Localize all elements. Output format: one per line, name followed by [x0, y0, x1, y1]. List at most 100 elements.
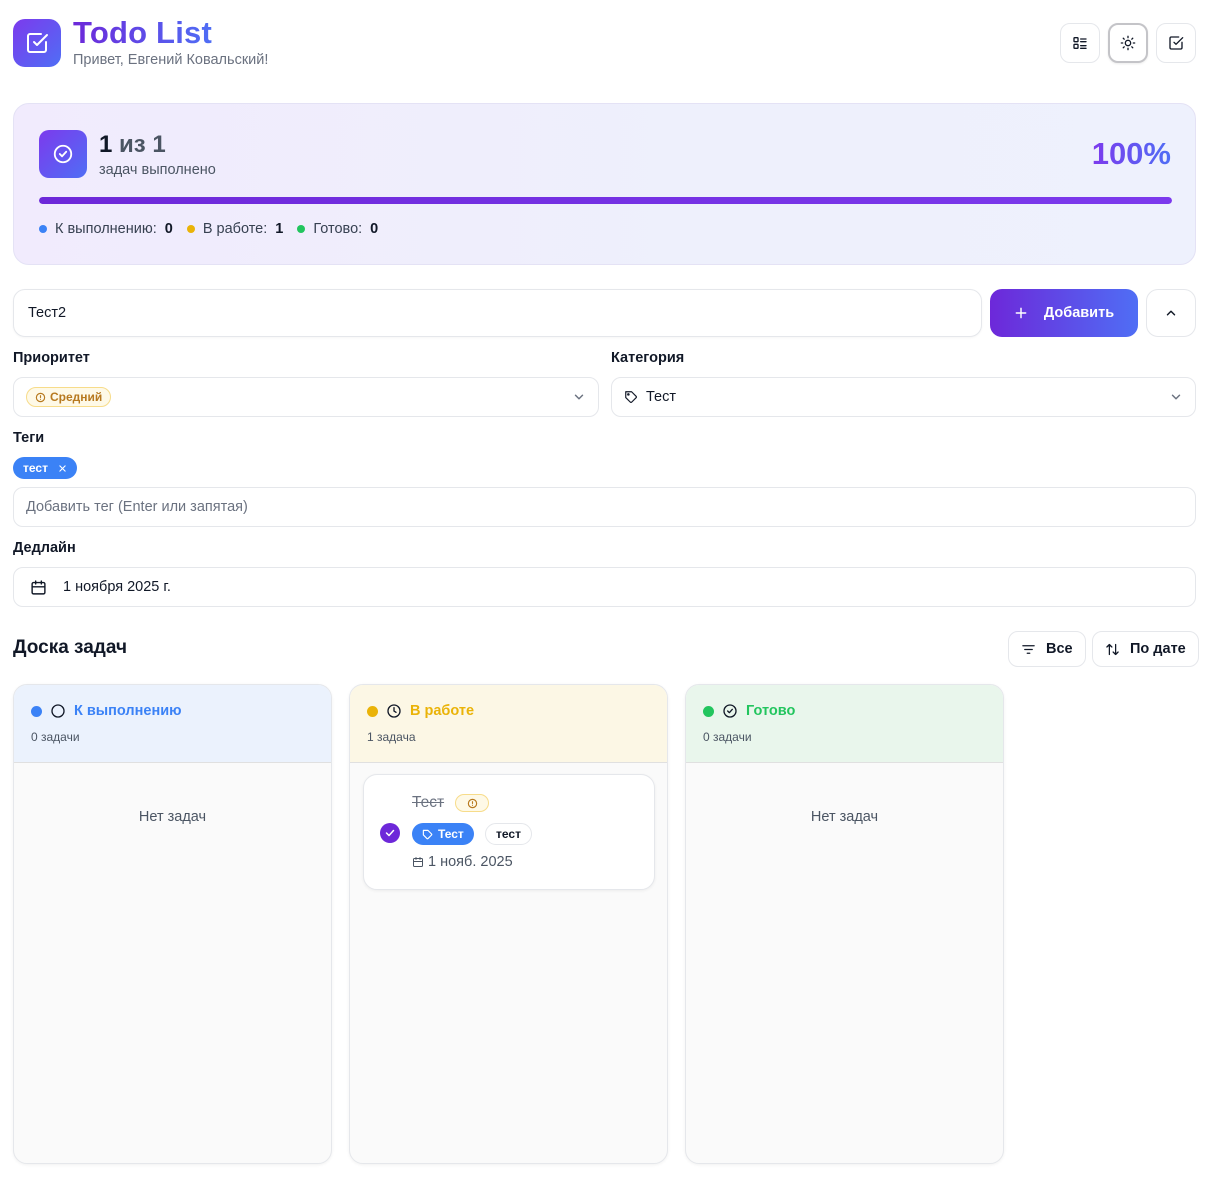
category-label: Категория [611, 350, 685, 366]
priority-badge: Средний [26, 387, 112, 407]
stat-done: Готово: 0 [297, 221, 378, 237]
of-label: из [119, 131, 146, 158]
progress-card: 1 из 1 задач выполнено 100% К выполнению… [13, 103, 1196, 265]
column-header: Готово 0 задачи [686, 685, 1003, 763]
check-square-icon [27, 33, 48, 53]
check-circle-icon [53, 144, 73, 164]
progress-bar [39, 197, 1172, 204]
circle-icon [51, 704, 65, 718]
task-category-badge: Тест [412, 823, 474, 845]
tasks-button[interactable] [1156, 23, 1196, 63]
clock-icon [387, 704, 401, 718]
tag-chip-label: тест [23, 461, 48, 475]
sort-icon [1106, 643, 1119, 655]
calendar-icon [413, 857, 423, 867]
chevron-down-icon [1171, 394, 1181, 400]
task-date: 1 нояб. 2025 [412, 854, 513, 870]
progress-icon-box [39, 130, 87, 178]
column-count: 1 задача [367, 730, 416, 744]
chevron-down-icon [574, 394, 584, 400]
tags-label: Теги [13, 430, 45, 446]
column-dot [31, 705, 42, 717]
stat-dot-in-progress [186, 225, 195, 233]
close-icon[interactable] [58, 464, 67, 473]
progress-subtitle: задач выполнено [99, 162, 216, 178]
stat-value: 0 [164, 221, 173, 237]
column-title: К выполнению [74, 703, 182, 719]
empty-state: Нет задач [810, 809, 879, 825]
theme-toggle-button[interactable] [1108, 23, 1148, 63]
column-count: 0 задачи [31, 730, 80, 744]
column-title: Готово [746, 703, 796, 719]
stat-label: В работе: [202, 221, 268, 237]
column-header: К выполнению 0 задачи [14, 685, 331, 763]
tag-input[interactable] [13, 487, 1196, 527]
check-icon [385, 829, 395, 837]
tag-chip: тест [13, 457, 77, 479]
deadline-value: 1 ноября 2025 г. [63, 579, 171, 595]
column-todo[interactable]: К выполнению 0 задачи Нет задач [13, 684, 332, 1164]
column-dot [703, 705, 714, 717]
chevron-up-icon [1166, 310, 1176, 316]
task-card[interactable]: Тест Тест тест 1 нояб. 2025 [363, 774, 655, 890]
progress-percent: 100% [1091, 136, 1171, 171]
total-count: 1 [152, 131, 166, 158]
check-circle-icon [723, 704, 737, 718]
task-priority-badge [455, 794, 489, 812]
empty-state: Нет задач [138, 809, 207, 825]
stat-dot-todo [39, 225, 47, 233]
stat-value: 1 [275, 221, 284, 237]
progress-count: 1 из 1 [99, 130, 166, 160]
greeting: Привет, Евгений Ковальский! [73, 52, 269, 68]
category-value: Тест [646, 389, 676, 405]
sort-button[interactable]: По дате [1092, 631, 1199, 667]
calendar-icon [31, 579, 46, 595]
task-title-input[interactable] [13, 289, 982, 337]
stat-dot-done [297, 225, 306, 233]
status-stats: К выполнению: 0 В работе: 1 Готово: 0 [39, 221, 378, 237]
column-dot [367, 705, 378, 717]
task-title: Тест [412, 794, 445, 811]
stat-in-progress: В работе: 1 [186, 221, 284, 237]
priority-label: Приоритет [13, 350, 90, 366]
tag-icon [625, 391, 637, 403]
priority-value: Средний [50, 390, 103, 404]
deadline-picker[interactable]: 1 ноября 2025 г. [13, 567, 1196, 607]
column-count: 0 задачи [703, 730, 752, 744]
deadline-label: Дедлайн [13, 540, 76, 556]
stat-value: 0 [370, 221, 379, 237]
app-logo [13, 19, 61, 67]
task-date-value: 1 нояб. 2025 [428, 854, 513, 870]
filter-button[interactable]: Все [1008, 631, 1086, 667]
task-tag: тест [485, 823, 532, 845]
sort-label: По дате [1130, 641, 1186, 657]
category-value-wrap: Тест [624, 389, 676, 405]
filter-label: Все [1046, 641, 1073, 657]
filter-icon [1022, 644, 1035, 654]
task-category: Тест [438, 827, 464, 841]
priority-select[interactable]: Средний [13, 377, 599, 417]
task-complete-checkbox[interactable] [380, 823, 400, 843]
sun-icon [1120, 35, 1136, 51]
column-in-progress[interactable]: В работе 1 задача Тест Тест тест 1 нояб.… [349, 684, 668, 1164]
column-title: В работе [410, 703, 475, 719]
progress-bar-fill [39, 197, 1172, 204]
app-title: Todo List [73, 15, 212, 50]
check-square-icon [1169, 36, 1184, 50]
add-task-label: Добавить [1043, 305, 1115, 321]
done-count: 1 [99, 131, 113, 158]
column-title-row: К выполнению [31, 703, 182, 719]
stat-todo: К выполнению: 0 [39, 221, 173, 237]
plus-icon [1015, 307, 1027, 319]
alert-circle-icon [467, 798, 477, 808]
view-toggle-button[interactable] [1060, 23, 1100, 63]
board-title: Доска задач [13, 637, 127, 658]
alert-circle-icon [35, 392, 46, 402]
column-title-row: В работе [367, 703, 474, 719]
column-done[interactable]: Готово 0 задачи Нет задач [685, 684, 1004, 1164]
column-title-row: Готово [703, 703, 795, 719]
collapse-form-button[interactable] [1146, 289, 1196, 337]
add-task-button[interactable]: Добавить [990, 289, 1138, 337]
category-select[interactable]: Тест [611, 377, 1196, 417]
tag-icon [422, 829, 433, 839]
